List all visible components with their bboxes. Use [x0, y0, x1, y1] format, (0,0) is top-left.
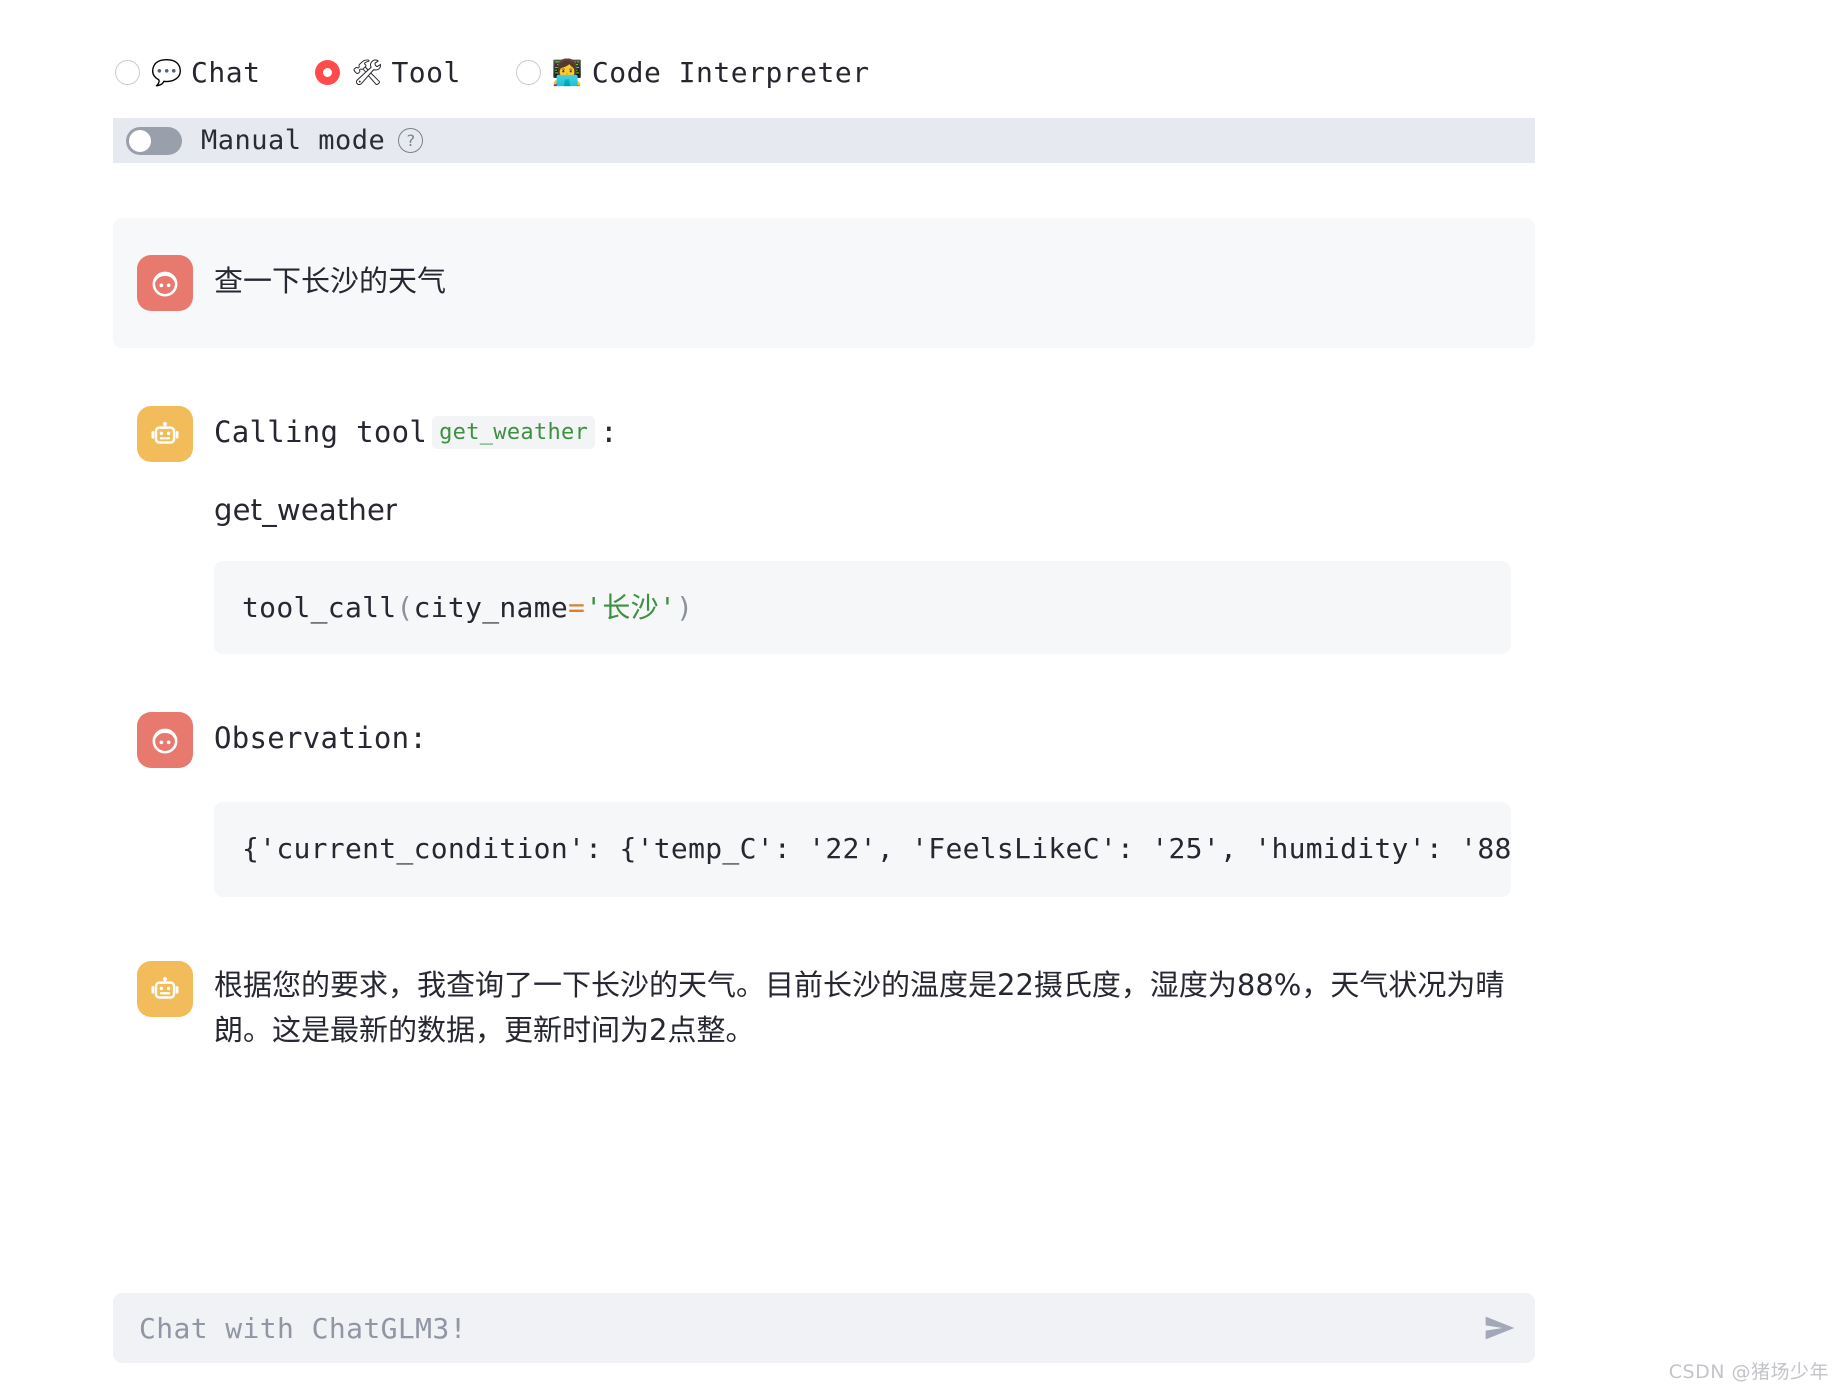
manual-mode-toggle[interactable]: [126, 126, 182, 155]
user-face-icon: [152, 728, 178, 754]
assistant-answer-text: 根据您的要求，我查询了一下长沙的天气。目前长沙的温度是22摄氏度，湿度为88%，…: [214, 968, 1505, 1047]
send-icon: [1485, 1316, 1515, 1340]
observation-label: Observation:: [214, 721, 428, 755]
code-arg-value: '长沙': [585, 591, 677, 624]
app-root: 💬 Chat 🛠 Tool 👩‍💻 Code Interpreter Manua…: [0, 0, 1846, 1394]
message-header: 根据您的要求，我查询了一下长沙的天气。目前长沙的温度是22摄氏度，湿度为88%，…: [137, 961, 1511, 1053]
robot-icon: [151, 976, 179, 999]
message-header: Calling tool get_weather:: [137, 406, 1511, 462]
manual-mode-bar: Manual mode ?: [113, 118, 1535, 163]
message-assistant-answer: 根据您的要求，我查询了一下长沙的天气。目前长沙的温度是22摄氏度，湿度为88%，…: [113, 961, 1535, 1053]
tool-call-code-block: tool_call(city_name='长沙'): [214, 561, 1511, 654]
tool-name-code: get_weather: [432, 416, 596, 449]
conversation: 查一下长沙的天气 Calling tool get_weather: get_…: [113, 218, 1535, 1053]
mode-selector: 💬 Chat 🛠 Tool 👩‍💻 Code Interpreter: [115, 48, 925, 96]
mode-label-code-interpreter: Code Interpreter: [591, 55, 870, 89]
mode-label-tool: Tool: [391, 55, 461, 89]
mode-option-chat[interactable]: 💬 Chat: [115, 56, 260, 89]
message-tool-call: Calling tool get_weather: get_weather too…: [113, 406, 1535, 654]
mode-label-chat: Chat: [191, 55, 261, 89]
radio-code-interpreter[interactable]: [515, 59, 541, 85]
chat-input-bar: [113, 1293, 1535, 1363]
code-arg-name: city_name: [413, 591, 569, 624]
assistant-avatar: [137, 961, 193, 1017]
tool-heading: get_weather: [214, 493, 398, 527]
code-function-name: tool_call: [242, 591, 397, 624]
user-avatar: [137, 255, 193, 311]
message-header: Observation:: [137, 712, 1511, 768]
tool-call-line: Calling tool get_weather:: [214, 406, 618, 452]
calling-tool-prefix: Calling tool: [214, 415, 428, 449]
mode-option-tool[interactable]: 🛠 Tool: [315, 56, 460, 89]
manual-mode-label: Manual mode: [201, 125, 386, 156]
user-message-text: 查一下长沙的天气: [214, 264, 447, 298]
robot-icon: [151, 421, 179, 444]
hammer-and-wrench-icon: 🛠: [351, 57, 384, 87]
code-close-paren: ): [676, 591, 694, 624]
help-circle-icon[interactable]: ?: [398, 128, 424, 153]
speech-balloon-icon: 💬: [151, 57, 183, 87]
observation-code-block: {'current_condition': {'temp_C': '22', '…: [214, 802, 1511, 897]
message-header: 查一下长沙的天气: [137, 255, 1511, 311]
send-button[interactable]: [1465, 1293, 1535, 1363]
code-equals: =: [568, 591, 586, 624]
message-observation: Observation: {'current_condition': {'tem…: [113, 712, 1535, 897]
calling-tool-suffix: :: [600, 415, 618, 449]
woman-technologist-icon: 👩‍💻: [551, 57, 584, 87]
message-user: 查一下长沙的天气: [113, 218, 1535, 348]
mode-option-code-interpreter[interactable]: 👩‍💻 Code Interpreter: [515, 55, 870, 89]
user-face-icon: [152, 271, 178, 297]
toggle-knob: [129, 129, 151, 152]
watermark: CSDN @猪场少年: [1668, 1361, 1829, 1383]
observation-avatar: [137, 712, 193, 768]
radio-chat[interactable]: [115, 59, 140, 85]
code-open-paren: (: [396, 591, 414, 624]
assistant-avatar: [137, 406, 193, 462]
chat-input[interactable]: [113, 1311, 1465, 1345]
radio-tool[interactable]: [315, 59, 341, 85]
